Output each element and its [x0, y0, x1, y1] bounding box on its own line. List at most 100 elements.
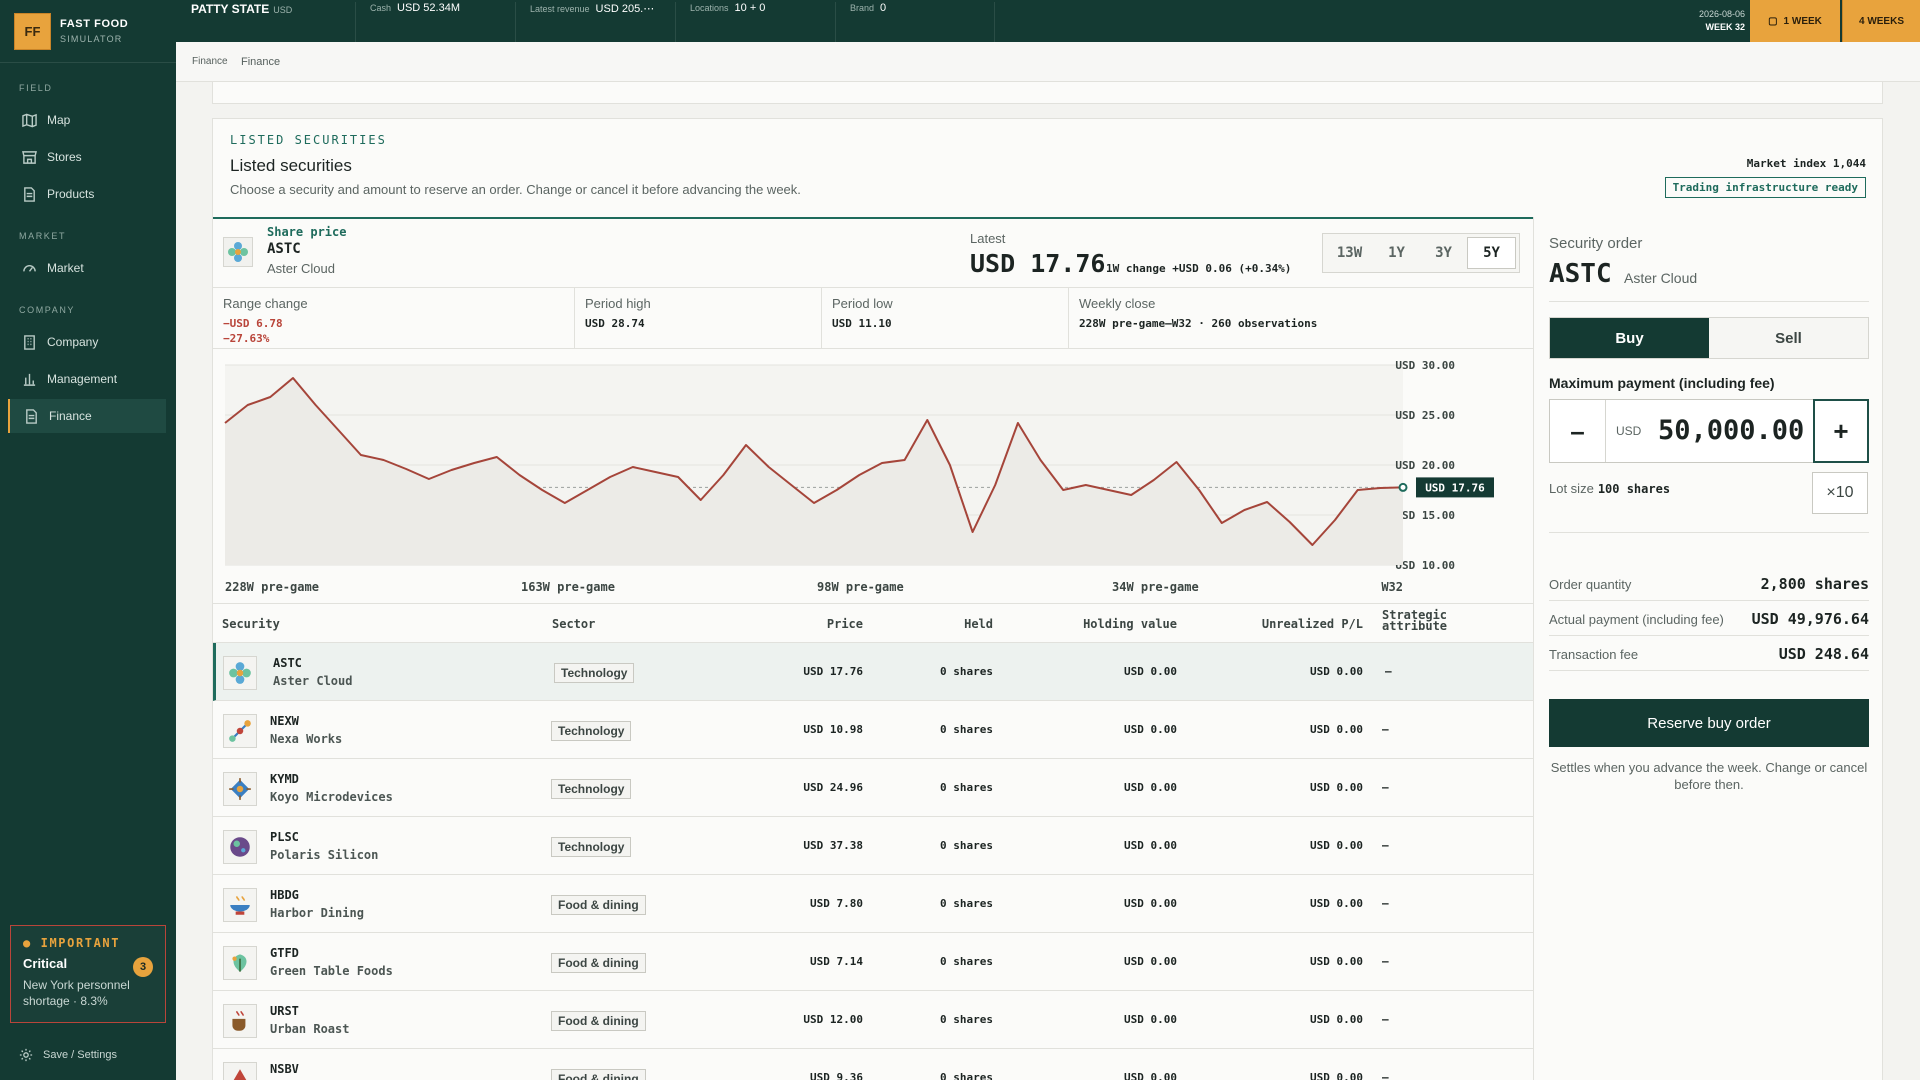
status-badge: Trading infrastructure ready	[1664, 177, 1866, 198]
range-1y-button[interactable]: 1Y	[1373, 237, 1420, 269]
row-held: 0 shares	[940, 839, 993, 852]
x-tick-label: 163W pre-game	[521, 580, 615, 594]
row-strategic-attribute: —	[1382, 723, 1389, 736]
sidebar-item-map[interactable]: Map	[8, 103, 166, 137]
range-5y-button[interactable]: 5Y	[1467, 237, 1516, 269]
col-sector: Sector	[552, 617, 596, 631]
row-unrealized-pl: USD 0.00	[1310, 1071, 1363, 1080]
row-strategic-attribute: —	[1385, 665, 1392, 678]
table-row[interactable]: GTFD Green Table Foods Food & dining USD 7.…	[213, 933, 1533, 991]
row-ticker: KYMD	[270, 772, 299, 786]
table-row[interactable]: KYMD Koyo Microdevices Technology USD 24.96…	[213, 759, 1533, 817]
document-icon	[26, 408, 37, 424]
row-label: Order quantity	[1549, 577, 1632, 592]
leaf-icon	[223, 946, 257, 980]
table-row[interactable]: HBDG Harbor Dining Food & dining USD 7.80 0 …	[213, 875, 1533, 933]
order-quantity-row: Order quantity 2,800 shares	[1549, 567, 1869, 601]
sector-badge: Food & dining	[551, 895, 646, 915]
x-tick-label: 98W pre-game	[817, 580, 904, 594]
stat-brand: Brand 0	[835, 2, 995, 42]
current-price-label: USD 17.76	[1425, 481, 1485, 494]
sidebar-item-label: Company	[47, 335, 99, 349]
row-security-name: Aster Cloud	[273, 674, 353, 688]
row-price: USD 10.98	[803, 723, 863, 736]
sector-badge: Food & dining	[551, 953, 646, 973]
table-row[interactable]: PLSC Polaris Silicon Technology USD 37.38 0 …	[213, 817, 1533, 875]
table-header: Security Sector Price Held Holding value…	[213, 603, 1533, 643]
buy-tab[interactable]: Buy	[1550, 318, 1709, 358]
decrease-button[interactable]: –	[1550, 400, 1606, 462]
sidebar-item-products[interactable]: Products	[8, 177, 166, 211]
save-settings-button[interactable]: Save / Settings	[19, 1048, 117, 1062]
row-held: 0 shares	[940, 955, 993, 968]
payment-amount-input[interactable]: 50,000.00	[1658, 415, 1804, 446]
latest-label: Latest	[970, 231, 1006, 246]
sidebar: FF FAST FOOD SIMULATOR FIELD Map Stores …	[0, 0, 176, 1080]
divider	[1549, 301, 1869, 302]
gear-icon	[19, 1048, 33, 1062]
building-icon	[24, 334, 35, 350]
buy-sell-toggle: Buy Sell	[1549, 317, 1869, 359]
app-title: FAST FOOD	[60, 18, 129, 30]
increase-button[interactable]: +	[1813, 399, 1869, 463]
row-security-name: Harbor Dining	[270, 906, 364, 920]
row-held: 0 shares	[940, 1071, 993, 1080]
stat-value: 228W pre-game–W32 · 260 observations	[1079, 317, 1318, 330]
col-price: Price	[826, 617, 863, 631]
store-icon	[22, 150, 37, 164]
x-tick-label: 228W pre-game	[225, 580, 319, 594]
drop-icon	[223, 1062, 257, 1080]
reserve-buy-order-button[interactable]: Reserve buy order	[1549, 699, 1869, 747]
planet-icon	[223, 830, 257, 864]
row-label: Actual payment (including fee)	[1549, 612, 1724, 627]
sector-badge: Technology	[551, 721, 632, 741]
row-unrealized-pl: USD 0.00	[1310, 665, 1363, 678]
latest-price: USD 17.76	[970, 249, 1106, 278]
multiplier-button[interactable]: ×10	[1812, 472, 1868, 514]
sidebar-item-label: Stores	[47, 150, 82, 164]
row-unrealized-pl: USD 0.00	[1310, 723, 1363, 736]
price-stats: Range change −USD 6.78 −27.63% Period hig…	[213, 287, 1533, 349]
col-holding-value: Holding value	[1083, 617, 1177, 631]
market-index: Market index 1,044	[1746, 157, 1866, 170]
sell-tab[interactable]: Sell	[1709, 318, 1868, 358]
col-unrealized-pl: Unrealized P/L	[1261, 617, 1363, 631]
table-row[interactable]: ASTC Aster Cloud Technology USD 17.76 0 shar…	[213, 643, 1533, 701]
order-label: Security order	[1549, 235, 1643, 252]
sidebar-item-market[interactable]: Market	[8, 251, 166, 285]
y-tick-label: USD 15.00	[1395, 509, 1455, 522]
nav-section-market: MARKET	[19, 231, 67, 241]
table-row[interactable]: URST Urban Roast Food & dining USD 12.00 0 s…	[213, 991, 1533, 1049]
range-13w-button[interactable]: 13W	[1326, 237, 1373, 269]
row-price: USD 12.00	[803, 1013, 863, 1026]
row-held: 0 shares	[940, 665, 993, 678]
sidebar-item-company[interactable]: Company	[8, 325, 166, 359]
table-row[interactable]: NSBV Food & dining USD 9.36 0 shares USD 0.0…	[213, 1049, 1533, 1080]
advance-4-weeks-button[interactable]: 4 WEEKS	[1842, 0, 1920, 42]
row-held: 0 shares	[940, 723, 993, 736]
row-strategic-attribute: —	[1382, 781, 1389, 794]
table-row[interactable]: NEXW Nexa Works Technology USD 10.98 0 share…	[213, 701, 1533, 759]
row-unrealized-pl: USD 0.00	[1310, 897, 1363, 910]
row-unrealized-pl: USD 0.00	[1310, 781, 1363, 794]
stat-cash: Cash USD 52.34M	[355, 2, 460, 42]
row-unrealized-pl: USD 0.00	[1310, 839, 1363, 852]
advance-1-week-button[interactable]: ▢ 1 WEEK	[1750, 0, 1840, 42]
company-currency: USD	[273, 5, 293, 15]
sidebar-item-management[interactable]: Management	[8, 362, 166, 396]
share-price-card: Share price ASTC Aster Cloud Latest USD …	[213, 217, 1533, 603]
range-3y-button[interactable]: 3Y	[1420, 237, 1467, 269]
weekly-change: 1W change +USD 0.06 (+0.34%)	[1106, 262, 1292, 275]
sidebar-item-finance[interactable]: Finance	[8, 399, 166, 433]
breadcrumb-root[interactable]: Finance	[192, 56, 228, 67]
stat-period-low: Period low USD 11.10	[822, 288, 1069, 348]
x-tick-label: 34W pre-game	[1112, 580, 1199, 594]
gauge-icon	[23, 264, 36, 272]
row-ticker: ASTC	[273, 656, 302, 670]
sidebar-item-stores[interactable]: Stores	[8, 140, 166, 174]
row-value: 2,800 shares	[1760, 575, 1869, 593]
important-alert[interactable]: ● IMPORTANT Critical 3 New York personne…	[10, 925, 166, 1023]
y-tick-label: USD 10.00	[1395, 559, 1455, 572]
row-holding-value: USD 0.00	[1124, 723, 1177, 736]
app-subtitle: SIMULATOR	[60, 34, 123, 44]
